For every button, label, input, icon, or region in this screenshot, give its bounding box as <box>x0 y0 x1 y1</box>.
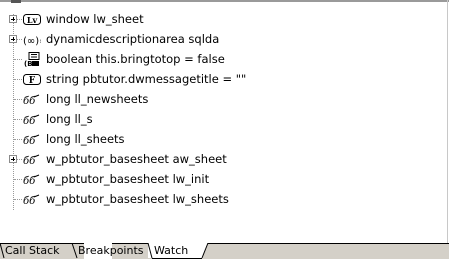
panel-top-border <box>0 0 449 2</box>
tab-watch[interactable]: Watch <box>154 244 188 257</box>
panel-resize-grip[interactable] <box>11 0 21 3</box>
watch-item-ll-sheets[interactable]: бб long ll_sheets <box>0 130 440 150</box>
svg-text:бб: бб <box>23 96 36 107</box>
watch-glasses-icon: бб <box>23 174 40 187</box>
tab-call-stack[interactable]: Call Stack <box>5 244 59 257</box>
svg-text:Lv: Lv <box>27 15 38 25</box>
watch-glasses-icon: бб <box>23 134 40 147</box>
watch-glasses-icon: бб <box>23 114 40 127</box>
svg-text:бб: бб <box>23 176 36 187</box>
tab-breakpoints[interactable]: Breakpoints <box>78 244 144 257</box>
tree-connector <box>14 199 22 200</box>
watch-item-label: window lw_sheet <box>46 12 144 26</box>
svg-text:бб: бб <box>23 116 36 127</box>
watch-item-ll-s[interactable]: бб long ll_s <box>0 110 440 130</box>
watch-item-lw-sheet[interactable]: Lv window lw_sheet <box>0 10 440 30</box>
svg-text:(∞)=: (∞)= <box>23 36 41 47</box>
svg-text:(B: (B <box>24 60 33 67</box>
svg-text:бб: бб <box>23 196 36 207</box>
watch-item-sqlda[interactable]: (∞)= dynamicdescriptionarea sqlda <box>0 30 440 50</box>
tree-connector <box>14 179 22 180</box>
watch-item-label: long ll_s <box>46 112 93 126</box>
watch-item-label: w_pbtutor_basesheet lw_sheets <box>46 192 229 206</box>
string-function-icon: F <box>23 74 41 86</box>
debug-tab-bar: Call Stack Breakpoints Watch <box>0 243 449 259</box>
tree-connector <box>14 79 22 80</box>
watch-item-ll-newsheets[interactable]: бб long ll_newsheets <box>0 90 440 110</box>
watch-item-label: long ll_sheets <box>46 132 125 146</box>
svg-text:F: F <box>29 76 36 86</box>
structure-variable-icon: (∞)= <box>23 36 41 47</box>
tree-connector <box>14 119 22 120</box>
window-object-icon: Lv <box>23 14 41 25</box>
watch-item-dwmessagetitle[interactable]: F string pbtutor.dwmessagetitle = "" <box>0 70 440 90</box>
tree-connector <box>14 59 22 60</box>
tree-connector <box>14 99 22 100</box>
boolean-property-icon: (B <box>24 52 40 67</box>
watch-item-label: w_pbtutor_basesheet aw_sheet <box>46 152 227 166</box>
svg-text:бб: бб <box>23 136 36 147</box>
watch-item-label: string pbtutor.dwmessagetitle = "" <box>46 72 247 86</box>
watch-item-label: w_pbtutor_basesheet lw_init <box>46 172 210 186</box>
watch-glasses-icon: бб <box>23 94 40 107</box>
expand-toggle[interactable] <box>9 15 17 23</box>
watch-item-label: boolean this.bringtotop = false <box>46 52 225 66</box>
watch-item-lw-init[interactable]: бб w_pbtutor_basesheet lw_init <box>0 170 440 190</box>
watch-item-label: dynamicdescriptionarea sqlda <box>46 32 220 46</box>
watch-glasses-icon: бб <box>23 194 40 207</box>
watch-item-aw-sheet[interactable]: бб w_pbtutor_basesheet aw_sheet <box>0 150 440 170</box>
expand-toggle[interactable] <box>9 155 17 163</box>
svg-text:бб: бб <box>23 156 36 167</box>
watch-item-label: long ll_newsheets <box>46 92 149 106</box>
watch-glasses-icon: бб <box>23 154 40 167</box>
expand-toggle[interactable] <box>9 35 17 43</box>
panel-right-border <box>447 0 448 243</box>
tab-strip-outline <box>0 243 449 259</box>
watch-item-lw-sheets[interactable]: бб w_pbtutor_basesheet lw_sheets <box>0 190 440 210</box>
watch-tree: Lv window lw_sheet (∞)= dynamicdescripti… <box>0 10 447 240</box>
tree-connector <box>14 139 22 140</box>
watch-item-bringtotop[interactable]: (B boolean this.bringtotop = false <box>0 50 440 70</box>
